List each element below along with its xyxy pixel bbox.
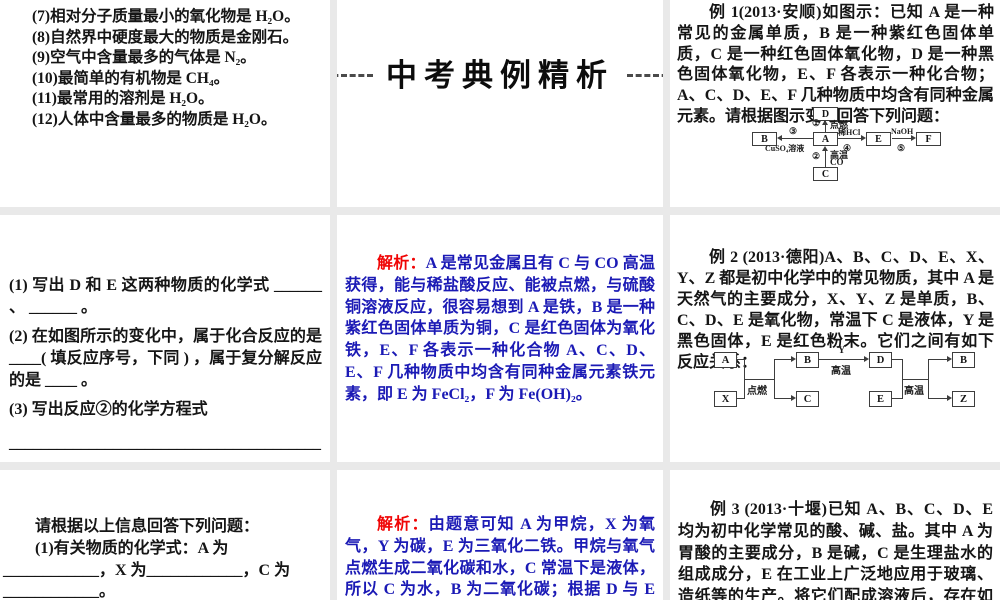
diagram1-step4: ④ xyxy=(843,143,852,153)
diagram1-hightemp: 高温 xyxy=(830,150,849,160)
diagram2-ignite: 点燃 xyxy=(747,386,767,397)
diagram1-box-b: B xyxy=(752,132,777,146)
panel-questions1: (1) 写出 D 和 E 这两种物质的化学式 ______ 、 ______ 。… xyxy=(0,215,330,462)
panel-analysis1: 解析：A 是常见金属且有 C 与 CO 高温获得，能与稀盐酸反应、能被点燃，与硫… xyxy=(337,215,663,462)
diagram1-box-a: A xyxy=(813,132,838,146)
panel-key-facts: (7)相对分子质量最小的氧化物是 H₂O。 (8)自然界中硬度最大的物质是金刚石… xyxy=(0,0,330,207)
panel-section-title: 中考典例精析 xyxy=(337,0,663,207)
fact-item: (8)自然界中硬度最大的物质是金刚石。 xyxy=(32,28,299,46)
fact-item: (7)相对分子质量最小的氧化物是 H₂O。 xyxy=(32,8,300,25)
diagram1-naoh: NaOH xyxy=(891,127,914,136)
slide-grid: { "facts": { "items": [ "(7)相对分子质量最小的氧化物… xyxy=(0,0,1000,600)
diagram2-box-e: E xyxy=(869,391,892,407)
panel-questions2: 请根据以上信息回答下列问题： (1)有关物质的化学式：A 为__________… xyxy=(0,470,330,600)
analysis-label: 解析： xyxy=(377,516,429,533)
diagram2-box-c: C xyxy=(796,391,819,407)
analysis-text: A 是常见金属且有 C 与 CO 高温获得，能与稀盐酸反应、能被点燃，与硫酸铜溶… xyxy=(345,255,655,403)
question-3: (3) 写出反应②的化学方程式 xyxy=(9,401,208,418)
question-1: (1) 写出 D 和 E 这两种物质的化学式 ______ 、 ______ 。 xyxy=(9,277,322,316)
section-title: 中考典例精析 xyxy=(386,58,614,93)
answer-blank-line: _______________________________________ xyxy=(9,435,321,452)
fact-item: (12)人体中含量最多的物质是 H₂O。 xyxy=(32,110,277,128)
diagram1-hcl: 稀HCl xyxy=(838,128,861,137)
diagram1-box-f: F xyxy=(916,132,941,146)
questions2-intro: 请根据以上信息回答下列问题： xyxy=(35,518,260,535)
question-1: (1)有关物质的化学式：A 为____________，X 为_________… xyxy=(3,539,291,600)
diagram1-step5: ⑤ xyxy=(897,143,906,153)
diagram2-hightemp2: 高温 xyxy=(904,386,924,397)
diagram1-cuso4: CuSO₄溶液 xyxy=(765,144,805,153)
diagram1-co: CO xyxy=(830,157,844,167)
panel-example2: 例 2 (2013·德阳)A、B、C、D、E、X、Y、Z 都是初中化学中的常见物… xyxy=(670,215,1000,462)
fact-item: (11)最常用的溶剂是 H₂O。 xyxy=(32,90,214,107)
diagram1-step2: ② xyxy=(812,151,821,161)
example3-intro: 例 3 (2013·十堰)已知 A、B、C、D、E 均为初中化学常见的酸、碱、盐… xyxy=(678,501,993,600)
facts-list: (7)相对分子质量最小的氧化物是 H₂O。 (8)自然界中硬度最大的物质是金刚石… xyxy=(0,0,330,130)
diagram2-box-z: Z xyxy=(952,391,975,407)
diagram2-box-x: X xyxy=(714,391,737,407)
panel-analysis2: 解析：由题意可知 A 为甲烷，X 为氧气，Y 为碳，E 为三氧化二铁。甲烷与氧气… xyxy=(337,470,663,600)
panel-example1: 例 1(2013·安顺)如图示：已知 A 是一种常见的金属单质，B 是一种紫红色… xyxy=(670,0,1000,207)
diagram1-box-e: E xyxy=(866,132,891,146)
analysis-label: 解析： xyxy=(377,255,426,272)
fact-item: (9)空气中含量最多的气体是 N₂。 xyxy=(32,49,256,66)
example1-intro: 例 1(2013·安顺)如图示：已知 A 是一种常见的金属单质，B 是一种紫红色… xyxy=(677,4,994,125)
question-2: (2) 在如图所示的变化中，属于化合反应的是 ____( 填反应序号，下同 ) … xyxy=(9,328,322,389)
fact-item: (10)最简单的有机物是 CH₄。 xyxy=(32,69,230,87)
panel-example3: 例 3 (2013·十堰)已知 A、B、C、D、E 均为初中化学常见的酸、碱、盐… xyxy=(670,470,1000,600)
title-dash-right-icon xyxy=(627,68,663,77)
title-dash-left-icon xyxy=(337,68,373,77)
example2-intro: 例 2 (2013·德阳)A、B、C、D、E、X、Y、Z 都是初中化学中的常见物… xyxy=(677,249,994,371)
diagram1-box-c: C xyxy=(813,167,838,181)
